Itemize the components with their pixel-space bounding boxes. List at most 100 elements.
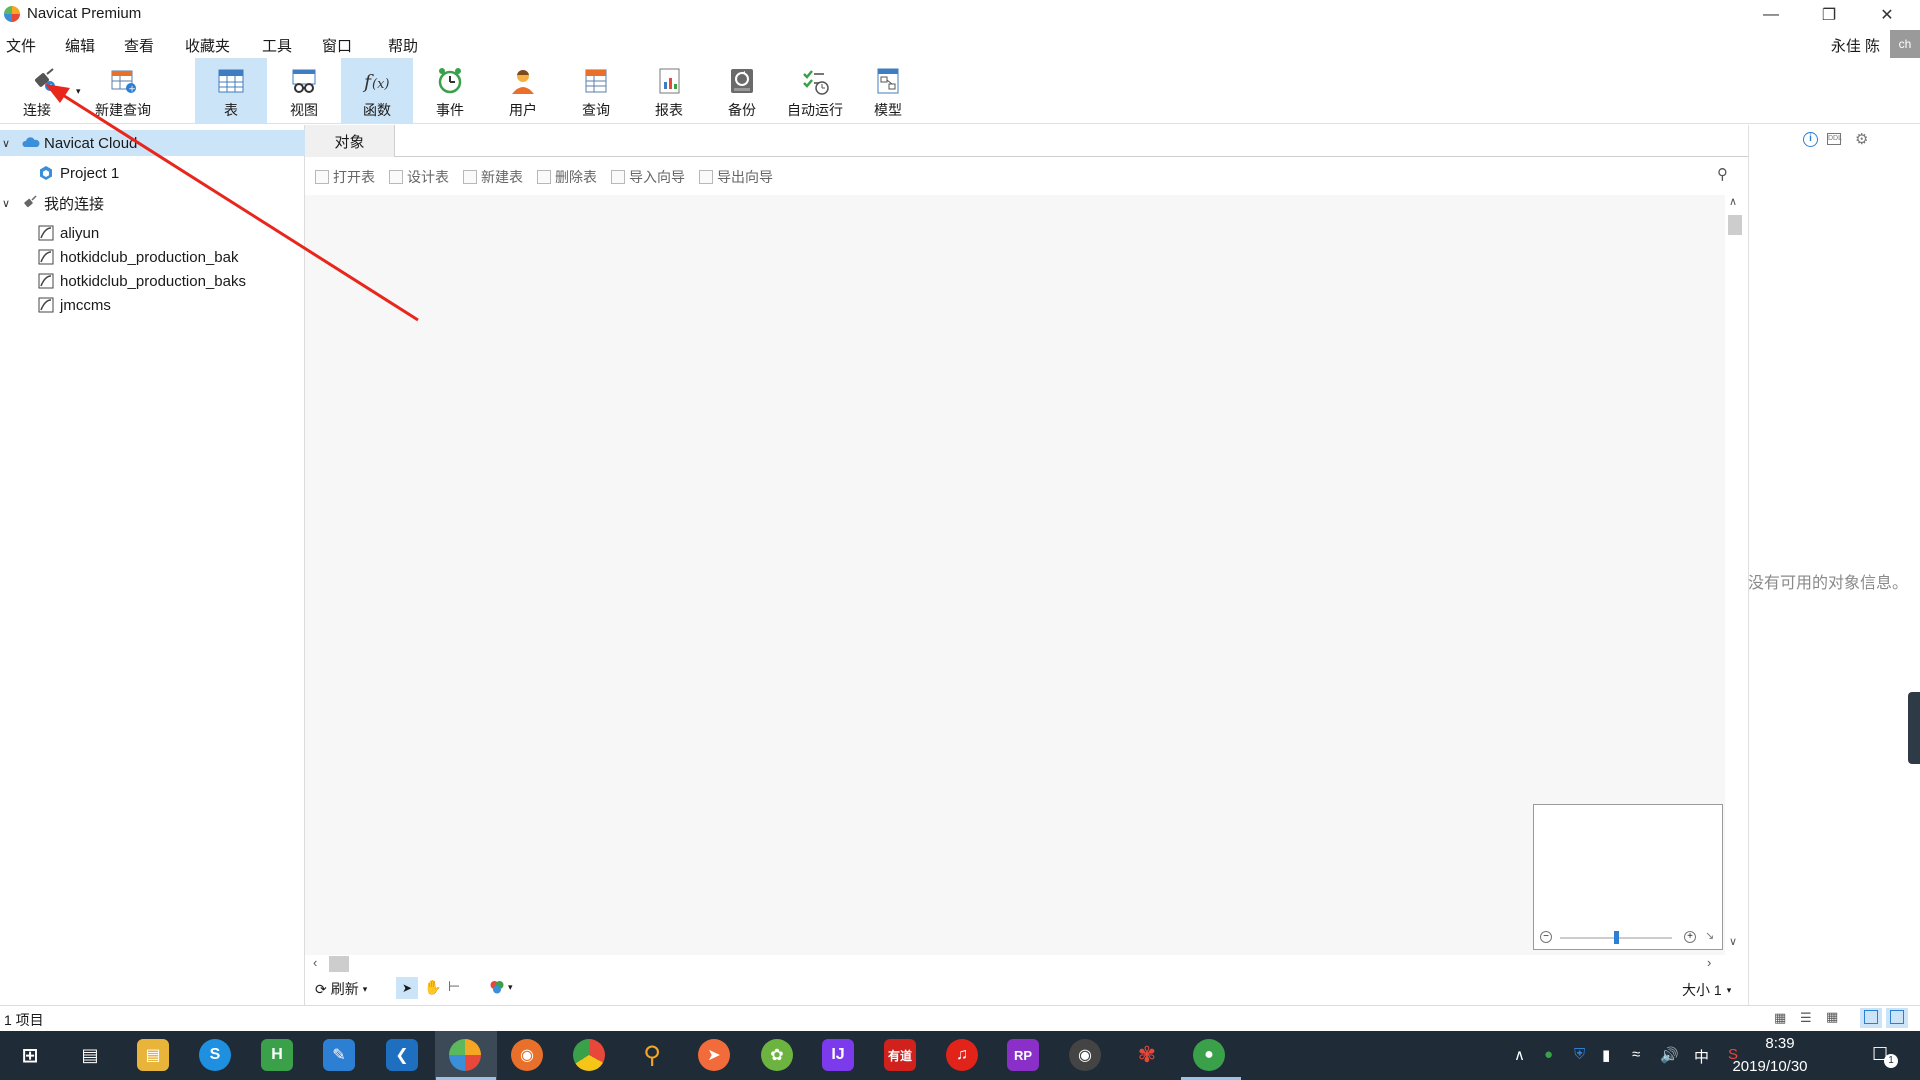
vertical-scrollbar[interactable]: ∧ ∨ bbox=[1725, 195, 1745, 955]
toggle-right-panel-button[interactable] bbox=[1886, 1008, 1908, 1028]
ddl-icon[interactable]: DDL bbox=[1827, 133, 1842, 145]
menu-favorites[interactable]: 收藏夹 bbox=[185, 35, 230, 56]
export-wizard-button[interactable]: 导出向导 bbox=[699, 167, 773, 187]
scroll-right-icon[interactable]: › bbox=[1707, 955, 1711, 970]
diagram-minimap[interactable]: − + ↘ bbox=[1533, 804, 1723, 950]
report-button[interactable]: 报表 bbox=[633, 58, 705, 123]
horizontal-scrollbar[interactable]: ‹ › bbox=[305, 955, 1745, 973]
tree-item-connection[interactable]: hotkidclub_production_bak bbox=[0, 244, 305, 270]
windows-start-icon[interactable]: ⊞ bbox=[14, 1039, 46, 1071]
size-dropdown[interactable]: 大小 1 ▾ bbox=[1682, 980, 1731, 1000]
info-icon[interactable]: i bbox=[1803, 132, 1818, 147]
battery-icon[interactable]: ▮ bbox=[1602, 1046, 1610, 1064]
snail-app-icon[interactable]: ✾ bbox=[1131, 1039, 1163, 1071]
user-name[interactable]: 永佳 陈 bbox=[1831, 35, 1880, 56]
backup-button[interactable]: 备份 bbox=[706, 58, 778, 123]
menu-view[interactable]: 查看 bbox=[124, 35, 154, 56]
avatar[interactable]: ch bbox=[1890, 30, 1920, 58]
import-wizard-button[interactable]: 导入向导 bbox=[611, 167, 685, 187]
function-button[interactable]: f (x) 函数 bbox=[341, 58, 413, 123]
detail-view-icon[interactable]: ▦ bbox=[1826, 1009, 1838, 1025]
chrome-icon[interactable] bbox=[573, 1039, 605, 1071]
close-button[interactable]: ✕ bbox=[1864, 0, 1910, 30]
scroll-down-icon[interactable]: ∨ bbox=[1729, 935, 1737, 948]
file-explorer-icon[interactable]: ▤ bbox=[137, 1039, 169, 1071]
tree-item-connection[interactable]: hotkidclub_production_baks bbox=[0, 268, 305, 294]
event-button[interactable]: 事件 bbox=[414, 58, 486, 123]
settings-gear-icon[interactable]: ⚙ bbox=[1855, 130, 1868, 148]
tray-expand-icon[interactable]: ∧ bbox=[1514, 1046, 1525, 1064]
menu-window[interactable]: 窗口 bbox=[322, 35, 352, 56]
chevron-down-icon[interactable]: ∨ bbox=[2, 137, 16, 150]
clock-time[interactable]: 8:39 bbox=[1740, 1035, 1820, 1052]
tree-item-my-connections[interactable]: ∨ 我的连接 bbox=[0, 190, 305, 216]
hbuilder-icon[interactable]: H bbox=[261, 1039, 293, 1071]
zoom-in-icon[interactable]: + bbox=[1684, 931, 1696, 943]
github-icon[interactable]: ◉ bbox=[1069, 1039, 1101, 1071]
wechat-icon[interactable]: ● bbox=[1193, 1039, 1225, 1071]
fit-icon[interactable]: ↘ bbox=[1705, 929, 1714, 942]
tree-item-navicat-cloud[interactable]: ∨ Navicat Cloud bbox=[0, 130, 305, 156]
connector-tool-icon[interactable]: ⊢ bbox=[448, 978, 460, 995]
zoom-slider-handle[interactable] bbox=[1614, 931, 1619, 944]
clock-date[interactable]: 2019/10/30 bbox=[1720, 1058, 1820, 1075]
connect-dropdown-icon[interactable]: ▾ bbox=[76, 86, 81, 97]
tree-item-project[interactable]: Project 1 bbox=[0, 160, 305, 186]
menu-edit[interactable]: 编辑 bbox=[65, 35, 95, 56]
tree-item-connection[interactable]: jmccms bbox=[0, 292, 305, 318]
security-shield-icon[interactable]: ⛨ bbox=[1574, 1046, 1585, 1063]
automation-button[interactable]: 自动运行 bbox=[779, 58, 851, 123]
color-button[interactable]: ▾ bbox=[489, 979, 513, 995]
object-canvas[interactable] bbox=[305, 195, 1725, 955]
axure-rp-icon[interactable]: RP bbox=[1007, 1039, 1039, 1071]
menu-tools[interactable]: 工具 bbox=[262, 35, 292, 56]
intellij-icon[interactable]: IJ bbox=[822, 1039, 854, 1071]
vertical-scroll-thumb[interactable] bbox=[1728, 215, 1742, 235]
refresh-button[interactable]: ⟳ 刷新 ▾ bbox=[315, 979, 367, 999]
ime-indicator[interactable]: 中 bbox=[1694, 1046, 1709, 1067]
chevron-down-icon[interactable]: ∨ bbox=[2, 197, 16, 210]
feishu-icon[interactable]: ✎ bbox=[323, 1039, 355, 1071]
tree-item-connection[interactable]: aliyun bbox=[0, 220, 305, 246]
list-view-icon[interactable]: ☰ bbox=[1800, 1010, 1812, 1026]
task-view-icon[interactable]: ▤ bbox=[74, 1039, 106, 1071]
open-table-button[interactable]: 打开表 bbox=[315, 167, 375, 187]
firefox-icon[interactable]: ◉ bbox=[511, 1039, 543, 1071]
table-button[interactable]: 表 bbox=[195, 58, 267, 123]
restore-button[interactable]: ❐ bbox=[1806, 0, 1852, 30]
wifi-icon[interactable]: ≈ bbox=[1632, 1046, 1640, 1063]
navicat-taskbar-icon[interactable] bbox=[449, 1039, 481, 1071]
zoom-out-icon[interactable]: − bbox=[1540, 931, 1552, 943]
pointer-tool-button[interactable]: ➤ bbox=[396, 977, 418, 999]
side-widget-handle[interactable] bbox=[1908, 692, 1920, 764]
wechat-tray-icon[interactable]: ● bbox=[1544, 1046, 1553, 1063]
design-table-button[interactable]: 设计表 bbox=[389, 167, 449, 187]
query-button[interactable]: 查询 bbox=[560, 58, 632, 123]
netease-music-icon[interactable]: ♫ bbox=[946, 1039, 978, 1071]
model-button[interactable]: 模型 bbox=[852, 58, 924, 123]
view-button[interactable]: 视图 bbox=[268, 58, 340, 123]
spring-tool-icon[interactable]: ✿ bbox=[761, 1039, 793, 1071]
minimize-button[interactable]: — bbox=[1748, 0, 1794, 30]
menu-file[interactable]: 文件 bbox=[6, 35, 36, 56]
tab-objects[interactable]: 对象 bbox=[305, 125, 395, 157]
new-table-button[interactable]: 新建表 bbox=[463, 167, 523, 187]
horizontal-scroll-thumb[interactable] bbox=[329, 956, 349, 972]
connect-button[interactable]: + 连接 bbox=[8, 58, 80, 123]
search-icon[interactable]: ⚲ bbox=[1717, 165, 1728, 183]
skype-icon[interactable]: S bbox=[199, 1039, 231, 1071]
scroll-left-icon[interactable]: ‹ bbox=[313, 955, 317, 970]
hand-tool-icon[interactable]: ✋ bbox=[424, 979, 441, 996]
action-center-button[interactable]: ☐ 1 bbox=[1872, 1044, 1898, 1068]
search-tool-icon[interactable]: ⚲ bbox=[636, 1039, 668, 1071]
new-query-button[interactable]: + 新建查询 bbox=[84, 58, 162, 123]
scroll-up-icon[interactable]: ∧ bbox=[1729, 195, 1737, 208]
delete-table-button[interactable]: 删除表 bbox=[537, 167, 597, 187]
vscode-icon[interactable]: ❮ bbox=[386, 1039, 418, 1071]
user-button[interactable]: 用户 bbox=[487, 58, 559, 123]
volume-icon[interactable]: 🔊 bbox=[1660, 1046, 1679, 1064]
menu-help[interactable]: 帮助 bbox=[388, 35, 418, 56]
toggle-left-panel-button[interactable] bbox=[1860, 1008, 1882, 1028]
postman-icon[interactable]: ➤ bbox=[698, 1039, 730, 1071]
youdao-icon[interactable]: 有道 bbox=[884, 1039, 916, 1071]
